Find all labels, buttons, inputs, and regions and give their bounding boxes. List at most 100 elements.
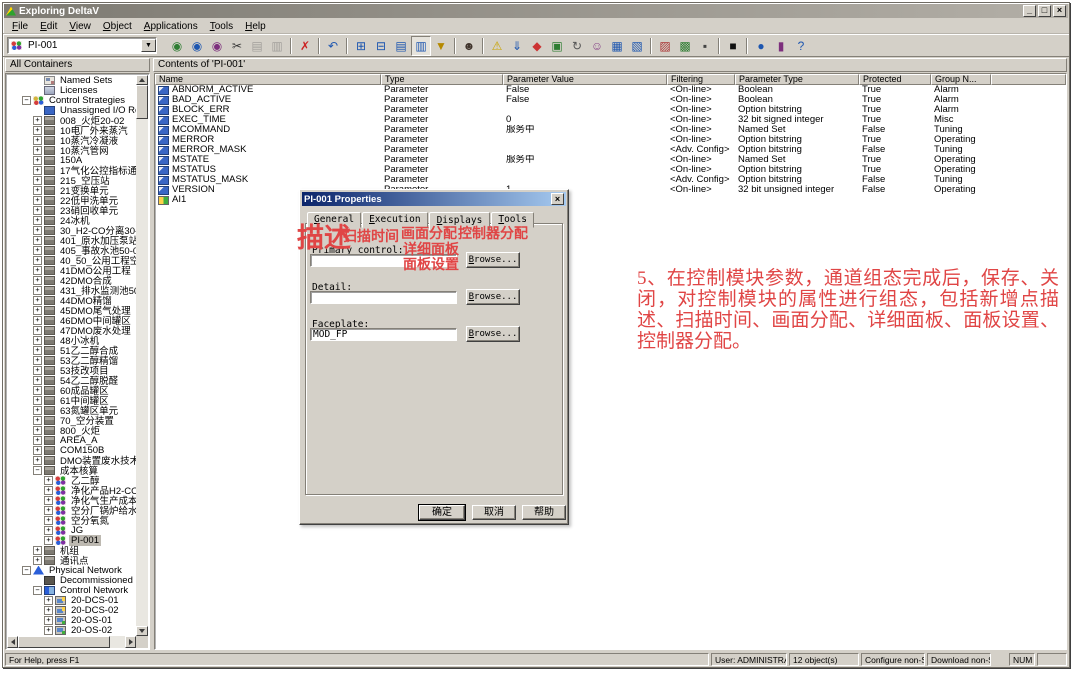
scroll-up-icon[interactable] xyxy=(136,75,148,85)
table-row[interactable]: VERSIONParameter1<On-line>32 bit unsigne… xyxy=(155,185,1066,195)
dialog-close-button[interactable]: × xyxy=(551,193,564,205)
list-view-button[interactable]: ▤ xyxy=(391,36,411,56)
tree-item[interactable]: Named Sets xyxy=(7,75,136,85)
tree-expander-icon[interactable]: + xyxy=(33,196,42,205)
details-view-button[interactable]: ▥ xyxy=(411,36,431,56)
tree-expander-icon[interactable]: + xyxy=(44,526,53,535)
tree-item[interactable]: +800_火炬 xyxy=(7,425,136,435)
tree-expander-icon[interactable]: + xyxy=(33,436,42,445)
maximize-button[interactable]: □ xyxy=(1038,5,1051,17)
cancel-button[interactable]: 取消 xyxy=(472,505,516,520)
tree-expander-icon[interactable]: + xyxy=(33,326,42,335)
tree-expander-icon[interactable]: + xyxy=(44,486,53,495)
tree-expander-icon[interactable]: − xyxy=(22,566,31,575)
tree-expander-icon[interactable]: + xyxy=(33,286,42,295)
tree-expander-icon[interactable]: + xyxy=(44,616,53,625)
tree-expander-icon[interactable]: + xyxy=(33,246,42,255)
tree-item[interactable]: −Control Network xyxy=(7,585,136,595)
menu-help[interactable]: Help xyxy=(239,20,272,33)
tree-expander-icon[interactable]: + xyxy=(33,316,42,325)
explore-users-button[interactable]: ◉ xyxy=(207,36,227,56)
refresh-button[interactable]: ↻ xyxy=(567,36,587,56)
assign-button[interactable]: ◆ xyxy=(527,36,547,56)
help-button[interactable]: 帮助 xyxy=(522,505,566,520)
trend-button[interactable]: ▩ xyxy=(675,36,695,56)
copy-button[interactable]: ▤ xyxy=(247,36,267,56)
column-header-type[interactable]: Type xyxy=(381,74,503,85)
tree-expander-icon[interactable]: + xyxy=(33,166,42,175)
tree-item[interactable]: +20-DCS-02 xyxy=(7,605,136,615)
table-row[interactable]: MERRORParameter<On-line>Option bitstring… xyxy=(155,135,1066,145)
menu-file[interactable]: File xyxy=(6,20,34,33)
tree-expander-icon[interactable]: + xyxy=(33,336,42,345)
tree-horizontal-scrollbar[interactable] xyxy=(7,636,136,648)
tree-item[interactable]: −Physical Network xyxy=(7,565,136,575)
tree-expander-icon[interactable]: + xyxy=(33,266,42,275)
tree-expander-icon[interactable]: − xyxy=(33,586,42,595)
explore-modules-button[interactable]: ◉ xyxy=(167,36,187,56)
vertical-scroll-thumb[interactable] xyxy=(136,85,148,119)
tree-expander-icon[interactable]: + xyxy=(33,216,42,225)
picture-button[interactable]: ▣ xyxy=(547,36,567,56)
tree-expander-icon[interactable]: + xyxy=(33,556,42,565)
tree-item[interactable]: +AREA_A xyxy=(7,435,136,445)
security-button[interactable]: ☺ xyxy=(587,36,607,56)
small-icons-button[interactable]: ⊟ xyxy=(371,36,391,56)
column-header-name[interactable]: Name xyxy=(155,74,381,85)
large-icons-button[interactable]: ⊞ xyxy=(351,36,371,56)
tree-vertical-scrollbar[interactable] xyxy=(136,75,148,636)
tree-expander-icon[interactable]: + xyxy=(44,496,53,505)
tree-expander-icon[interactable]: + xyxy=(44,606,53,615)
tree-expander-icon[interactable]: + xyxy=(33,146,42,155)
tree-item[interactable]: +20-OS-01 xyxy=(7,615,136,625)
tree-expander-icon[interactable]: + xyxy=(33,386,42,395)
scroll-left-icon[interactable] xyxy=(7,636,18,648)
tree-expander-icon[interactable]: + xyxy=(33,256,42,265)
help-topics-button[interactable]: ● xyxy=(751,36,771,56)
grid-view-button[interactable]: ▦ xyxy=(607,36,627,56)
table-row[interactable]: MSTATEParameter服务中<On-line>Named SetTrue… xyxy=(155,155,1066,165)
print-button[interactable]: ▪ xyxy=(695,36,715,56)
tree-expander-icon[interactable]: + xyxy=(33,426,42,435)
column-header-parameter-type[interactable]: Parameter Type xyxy=(735,74,859,85)
tree-expander-icon[interactable]: + xyxy=(33,456,42,465)
context-selector[interactable]: PI-001 ▼ xyxy=(7,37,157,54)
tree-expander-icon[interactable]: + xyxy=(33,126,42,135)
table-row[interactable]: MSTATUS_MASKParameter<Adv. Config>Option… xyxy=(155,175,1066,185)
tree-expander-icon[interactable]: + xyxy=(44,596,53,605)
scroll-right-icon[interactable] xyxy=(125,636,136,648)
alarm-button[interactable]: ⚠ xyxy=(487,36,507,56)
delete-button[interactable]: ✗ xyxy=(295,36,315,56)
scroll-track[interactable] xyxy=(110,636,125,648)
column-header-filtering[interactable]: Filtering xyxy=(667,74,735,85)
tree-expander-icon[interactable]: + xyxy=(44,506,53,515)
tree-expander-icon[interactable]: + xyxy=(33,376,42,385)
tree-expander-icon[interactable]: − xyxy=(33,466,42,475)
history-chart-button[interactable]: ▨ xyxy=(655,36,675,56)
tree-expander-icon[interactable]: + xyxy=(33,406,42,415)
primary-control-browse-button[interactable]: Browse... xyxy=(466,252,520,268)
sis-button[interactable]: ■ xyxy=(723,36,743,56)
tree-expander-icon[interactable]: + xyxy=(33,186,42,195)
tree-expander-icon[interactable]: + xyxy=(33,276,42,285)
tree-item[interactable]: +20-OS-02 xyxy=(7,625,136,635)
faceplate-browse-button[interactable]: Browse... xyxy=(466,326,520,342)
download-button[interactable]: ⇓ xyxy=(507,36,527,56)
tree-expander-icon[interactable]: + xyxy=(33,546,42,555)
tree-expander-icon[interactable]: + xyxy=(33,446,42,455)
minimize-button[interactable]: _ xyxy=(1023,5,1036,17)
menu-edit[interactable]: Edit xyxy=(34,20,63,33)
tree-item[interactable]: +JG xyxy=(7,525,136,535)
tree-item[interactable]: +通讯点 xyxy=(7,555,136,565)
tree-item[interactable]: Licenses xyxy=(7,85,136,95)
tree-item[interactable]: Decommissioned Nodes xyxy=(7,575,136,585)
user-manager-button[interactable]: ☻ xyxy=(459,36,479,56)
column-header-parameter-value[interactable]: Parameter Value xyxy=(503,74,667,85)
table-row[interactable]: MERROR_MASKParameter<Adv. Config>Option … xyxy=(155,145,1066,155)
faceplate-input[interactable] xyxy=(310,328,457,341)
tree-expander-icon[interactable]: − xyxy=(22,96,31,105)
explore-areas-button[interactable]: ◉ xyxy=(187,36,207,56)
ok-button[interactable]: 确定 xyxy=(419,505,465,520)
tree-expander-icon[interactable]: + xyxy=(33,366,42,375)
tree-expander-icon[interactable]: + xyxy=(44,516,53,525)
